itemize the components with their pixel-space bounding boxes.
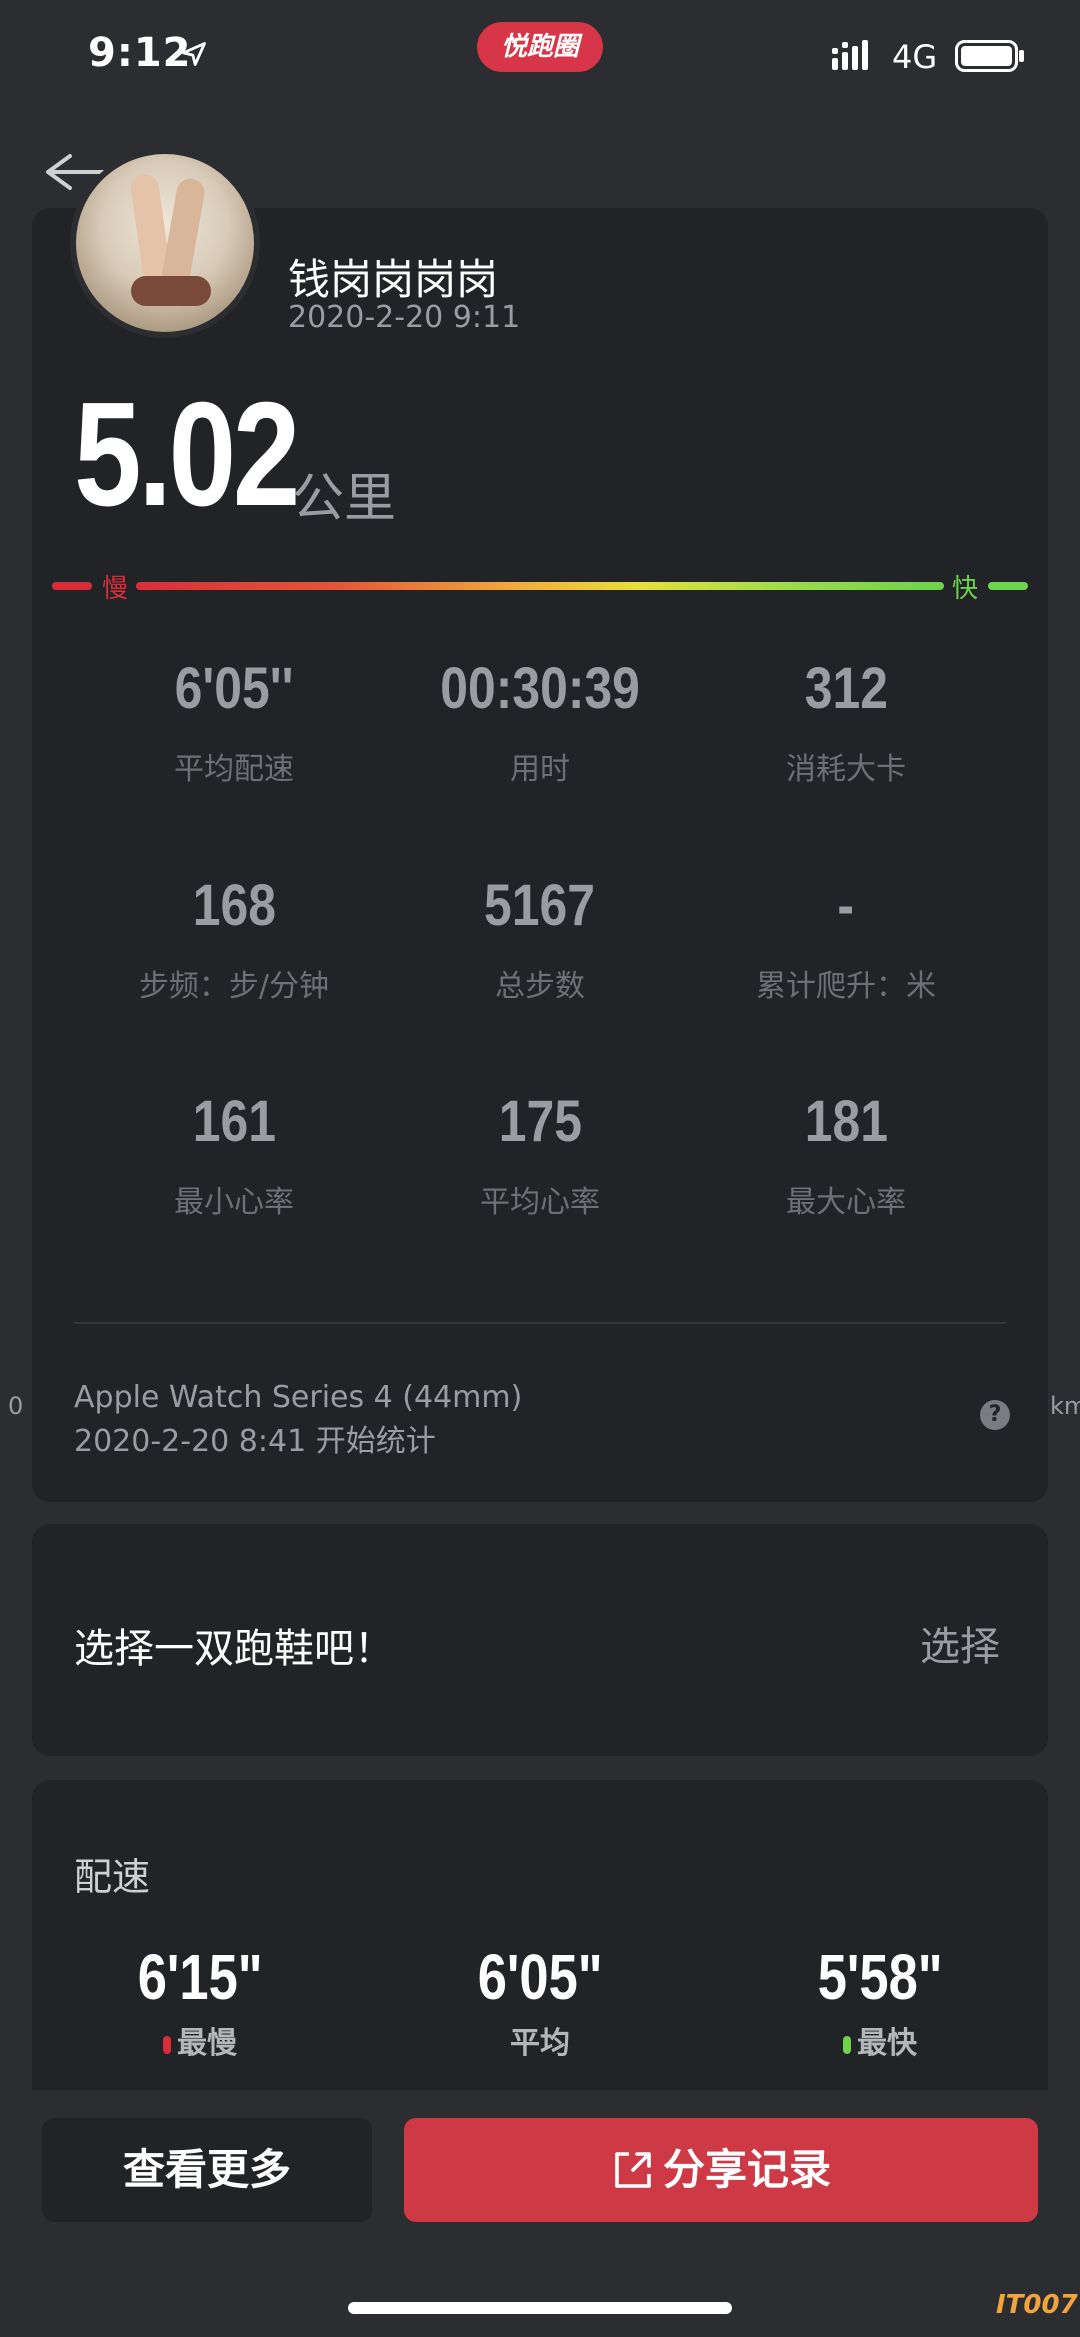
stat-label: 用时 xyxy=(510,752,570,787)
speed-scale-bar: 慢 快 xyxy=(52,574,1028,604)
divider xyxy=(74,1322,1006,1324)
pace-slowest: 6'15" 最慢 xyxy=(60,1940,340,2062)
pace-value: 5'58" xyxy=(817,1941,943,2013)
stat-value: - xyxy=(837,873,855,938)
stat-label: 最小心率 xyxy=(174,1185,294,1220)
stat-min-heart-rate: 161 最小心率 xyxy=(84,1088,384,1221)
pace-label: 最慢 xyxy=(177,2026,237,2061)
stat-label: 最大心率 xyxy=(786,1185,906,1220)
share-icon xyxy=(615,2151,651,2188)
distance-unit: 公里 xyxy=(292,469,397,529)
location-arrow-icon xyxy=(182,42,206,66)
pace-label: 平均 xyxy=(510,2026,570,2061)
stat-label: 平均心率 xyxy=(480,1185,600,1220)
stat-label: 累计爬升：米 xyxy=(756,969,936,1004)
stat-cadence: 168 步频：步/分钟 xyxy=(84,872,384,1005)
signal-icon xyxy=(832,40,868,70)
speed-fast-dash xyxy=(988,582,1028,590)
device-start-time: 2020-2-20 8:41 开始统计 xyxy=(74,1424,436,1459)
stat-label: 平均配速 xyxy=(174,752,294,787)
pace-label-row: 平均 xyxy=(400,2018,680,2062)
username: 钱岗岗岗岗 xyxy=(288,255,499,304)
run-detail-page: 9:12 悦跑圈 4G 钱岗岗岗岗 2020-2-20 9:11 5.02 公里… xyxy=(0,0,1080,2337)
pace-label: 最快 xyxy=(857,2026,917,2061)
speed-slow-dash xyxy=(52,582,92,590)
stat-value: 181 xyxy=(804,1089,888,1154)
watermark: IT007 xyxy=(996,2290,1078,2320)
avatar[interactable] xyxy=(70,148,260,338)
stat-label: 步频：步/分钟 xyxy=(138,969,330,1004)
speed-fast-label: 快 xyxy=(952,574,979,604)
share-record-button[interactable]: 分享记录 xyxy=(404,2118,1038,2222)
stat-value: 00:30:39 xyxy=(440,656,640,721)
stat-calories: 312 消耗大卡 xyxy=(696,655,996,788)
pace-title: 配速 xyxy=(74,1855,151,1899)
stat-label: 消耗大卡 xyxy=(786,752,906,787)
stat-value: 5167 xyxy=(484,873,596,938)
pace-value: 6'05" xyxy=(477,1941,603,2013)
stat-label: 总步数 xyxy=(495,969,585,1004)
home-indicator[interactable] xyxy=(348,2302,732,2314)
fast-dot-icon xyxy=(843,2035,851,2054)
stat-max-heart-rate: 181 最大心率 xyxy=(696,1088,996,1221)
stat-value: 168 xyxy=(192,873,276,938)
speed-slow-label: 慢 xyxy=(102,574,129,604)
stat-duration: 00:30:39 用时 xyxy=(390,655,690,788)
share-record-label: 分享记录 xyxy=(662,2145,831,2194)
stat-avg-pace: 6'05'' 平均配速 xyxy=(84,655,384,788)
run-datetime: 2020-2-20 9:11 xyxy=(288,300,521,335)
brand-badge: 悦跑圈 xyxy=(477,22,603,72)
status-time: 9:12 xyxy=(88,30,192,76)
stat-total-steps: 5167 总步数 xyxy=(390,872,690,1005)
pace-average: 6'05" 平均 xyxy=(400,1940,680,2062)
distance-value: 5.02 xyxy=(74,372,300,537)
view-more-button[interactable]: 查看更多 xyxy=(42,2118,372,2222)
pace-fastest: 5'58" 最快 xyxy=(740,1940,1020,2062)
avatar-shape xyxy=(131,276,211,306)
slow-dot-icon xyxy=(163,2035,171,2054)
shoe-select-button[interactable]: 选择 xyxy=(920,1614,1000,1672)
device-name: Apple Watch Series 4 (44mm) xyxy=(74,1380,523,1415)
help-icon[interactable]: ? xyxy=(980,1400,1010,1430)
chart-edge-label-left: 0 xyxy=(8,1392,24,1420)
pace-label-row: 最慢 xyxy=(60,2018,340,2062)
shoe-prompt: 选择一双跑鞋吧！ xyxy=(74,1626,394,1672)
pace-label-row: 最快 xyxy=(740,2018,1020,2062)
stat-value: 175 xyxy=(498,1089,582,1154)
stat-value: 6'05'' xyxy=(174,656,294,721)
chart-edge-label-right: km xyxy=(1050,1392,1080,1420)
stat-elevation-gain: - 累计爬升：米 xyxy=(696,872,996,1005)
pace-value: 6'15" xyxy=(137,1941,263,2013)
battery-icon xyxy=(955,40,1024,72)
avatar-image xyxy=(76,154,254,332)
speed-gradient xyxy=(136,582,944,590)
stat-value: 161 xyxy=(192,1089,276,1154)
stat-avg-heart-rate: 175 平均心率 xyxy=(390,1088,690,1221)
stat-value: 312 xyxy=(804,656,888,721)
network-type: 4G xyxy=(892,38,938,76)
status-bar: 9:12 悦跑圈 4G xyxy=(0,0,1080,120)
